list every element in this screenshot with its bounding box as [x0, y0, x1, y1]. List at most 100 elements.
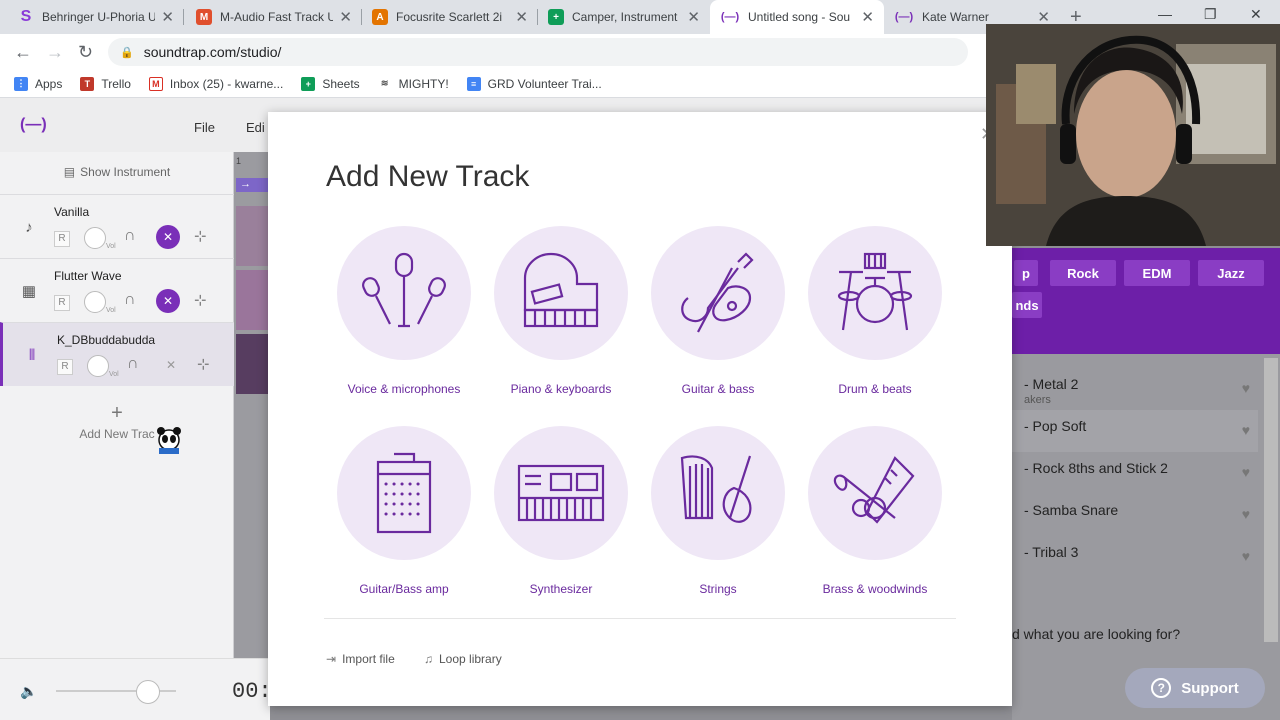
browser-tab[interactable]: S Behringer U-Phoria U ✕	[8, 0, 184, 34]
effects-icon[interactable]: ⊹	[194, 227, 207, 245]
headphones-icon[interactable]: ∩	[124, 291, 136, 309]
reload-icon[interactable]: ↻	[78, 42, 93, 63]
record-arm-button[interactable]: R	[54, 295, 70, 311]
effects-icon[interactable]: ⊹	[194, 291, 207, 309]
close-tab-icon[interactable]: ✕	[339, 8, 352, 26]
instrument-drums[interactable]: Drum & beats	[800, 226, 950, 396]
loop-item[interactable]: - Samba Snare ♥	[1012, 494, 1258, 536]
speaker-icon[interactable]: 🔈	[20, 683, 37, 700]
instrument-piano[interactable]: Piano & keyboards	[486, 226, 636, 396]
bookmark-trello[interactable]: T Trello	[80, 76, 131, 91]
loop-name: - Samba Snare	[1024, 502, 1119, 518]
browser-tab-active[interactable]: (—) Untitled song - Sou ✕	[710, 0, 884, 34]
bookmark-mighty[interactable]: ≋ MIGHTY!	[377, 76, 449, 91]
back-arrow-icon[interactable]: ←	[14, 42, 32, 63]
bookmark-inbox[interactable]: M Inbox (25) - kwarne...	[148, 76, 284, 91]
volume-slider-thumb[interactable]	[136, 680, 160, 704]
mute-button-icon[interactable]: ✕	[159, 353, 183, 377]
loop-item[interactable]: - Tribal 3 ♥	[1012, 536, 1258, 578]
loop-region-arrow-icon[interactable]: →	[236, 178, 268, 192]
headphones-icon[interactable]: ∩	[124, 227, 136, 245]
synth-track-icon: ♪	[25, 219, 33, 236]
import-file-link[interactable]: ⇥ Import file	[326, 652, 395, 666]
volume-label: Vol	[109, 371, 119, 378]
instrument-label: Drum & beats	[838, 382, 912, 396]
address-bar[interactable]: 🔒 soundtrap.com/studio/	[108, 38, 968, 66]
instrument-label: Guitar & bass	[681, 382, 755, 396]
track-name[interactable]: Vanilla	[54, 205, 89, 219]
record-arm-button[interactable]: R	[54, 231, 70, 247]
loop-item[interactable]: - Rock 8ths and Stick 2 ♥	[1012, 452, 1258, 494]
volume-knob[interactable]	[84, 227, 106, 249]
keyboard-icon: ▤	[63, 165, 76, 179]
amp-icon	[337, 426, 471, 560]
microphones-icon	[337, 226, 471, 360]
mute-button-icon[interactable]: ✕	[156, 225, 180, 249]
mute-button-icon[interactable]: ✕	[156, 289, 180, 313]
bookmark-apps[interactable]: ⋮ Apps	[14, 76, 62, 91]
show-instrument-button[interactable]: ▤ Show Instrument	[0, 152, 234, 192]
favorite-heart-icon[interactable]: ♥	[1242, 548, 1250, 564]
track-row[interactable]: ♪ Vanilla R Vol ∩ ✕ ⊹	[0, 194, 234, 258]
record-arm-button[interactable]: R	[57, 359, 73, 375]
instrument-amp[interactable]: Guitar/Bass amp	[329, 426, 479, 596]
add-new-track-modal: ✕ Add New Track Voice & microphones Pian…	[268, 112, 1012, 706]
instrument-guitar[interactable]: Guitar & bass	[643, 226, 793, 396]
headphones-icon[interactable]: ∩	[127, 355, 139, 373]
instrument-brass[interactable]: Brass & woodwinds	[800, 426, 950, 596]
genre-button[interactable]: nds	[1012, 292, 1042, 318]
browser-tab[interactable]: + Camper, Instrument ✕	[538, 0, 710, 34]
bookmark-sheets[interactable]: + Sheets	[301, 76, 360, 91]
effects-icon[interactable]: ⊹	[197, 355, 210, 373]
loops-scrollbar[interactable]	[1264, 358, 1278, 642]
instrument-strings[interactable]: Strings	[643, 426, 793, 596]
track-name[interactable]: Flutter Wave	[54, 269, 122, 283]
genre-button[interactable]: p	[1014, 260, 1038, 286]
loop-library-link[interactable]: ♫ Loop library	[424, 652, 502, 666]
loop-item-highlighted[interactable]: - Pop Soft ♥	[1012, 410, 1258, 452]
add-track-label: Add New Trac	[79, 427, 155, 441]
sheets-icon: +	[301, 76, 316, 91]
tab-separator	[183, 9, 184, 25]
close-tab-icon[interactable]: ✕	[861, 8, 874, 26]
minimize-icon[interactable]: —	[1158, 6, 1172, 22]
menu-file[interactable]: File	[194, 120, 215, 135]
volume-knob[interactable]	[87, 355, 109, 377]
close-window-icon[interactable]: ✕	[1250, 6, 1262, 23]
tab-title: Camper, Instrument	[572, 10, 678, 24]
bookmark-grd[interactable]: ≡ GRD Volunteer Trai...	[466, 76, 602, 91]
instrument-voice[interactable]: Voice & microphones	[329, 226, 479, 396]
favorite-heart-icon[interactable]: ♥	[1242, 506, 1250, 522]
bookmark-label: Inbox (25) - kwarne...	[169, 76, 284, 91]
forward-arrow-icon[interactable]: →	[46, 42, 64, 63]
browser-tab[interactable]: A Focusrite Scarlett 2i ✕	[362, 0, 538, 34]
support-button[interactable]: ? Support	[1125, 668, 1265, 708]
looking-for-link[interactable]: d what you are looking for?	[1012, 626, 1180, 642]
track-row-selected[interactable]: ⦀ K_DBbuddabudda R Vol ∩ ✕ ⊹	[0, 322, 234, 386]
favorite-heart-icon[interactable]: ♥	[1242, 380, 1250, 396]
sheets-favicon-icon: +	[548, 9, 564, 25]
close-tab-icon[interactable]: ✕	[161, 8, 174, 26]
track-row[interactable]: ▦ Flutter Wave R Vol ∩ ✕ ⊹	[0, 258, 234, 322]
soundtrap-logo[interactable]: (—)	[20, 116, 47, 134]
time-display: 00:	[232, 679, 272, 704]
volume-knob[interactable]	[84, 291, 106, 313]
restore-icon[interactable]: ❐	[1204, 6, 1217, 23]
genre-button[interactable]: Rock	[1050, 260, 1116, 286]
close-tab-icon[interactable]: ✕	[687, 8, 700, 26]
browser-tab[interactable]: M M-Audio Fast Track U ✕	[186, 0, 362, 34]
genre-button[interactable]: EDM	[1124, 260, 1190, 286]
add-new-track-button[interactable]: + Add New Trac	[0, 402, 234, 462]
favorite-heart-icon[interactable]: ♥	[1242, 422, 1250, 438]
track-name[interactable]: K_DBbuddabudda	[57, 333, 155, 347]
close-tab-icon[interactable]: ✕	[515, 8, 528, 26]
favorite-heart-icon[interactable]: ♥	[1242, 464, 1250, 480]
instrument-synth[interactable]: Synthesizer	[486, 426, 636, 596]
loop-item[interactable]: - Metal 2 akers ♥	[1012, 368, 1258, 410]
audio-clip[interactable]	[236, 270, 270, 330]
genre-button[interactable]: Jazz	[1198, 260, 1264, 286]
audio-clip[interactable]	[236, 334, 270, 394]
panda-cursor-icon	[157, 427, 181, 454]
menu-edit[interactable]: Edi	[246, 120, 265, 135]
audio-clip[interactable]	[236, 206, 270, 266]
